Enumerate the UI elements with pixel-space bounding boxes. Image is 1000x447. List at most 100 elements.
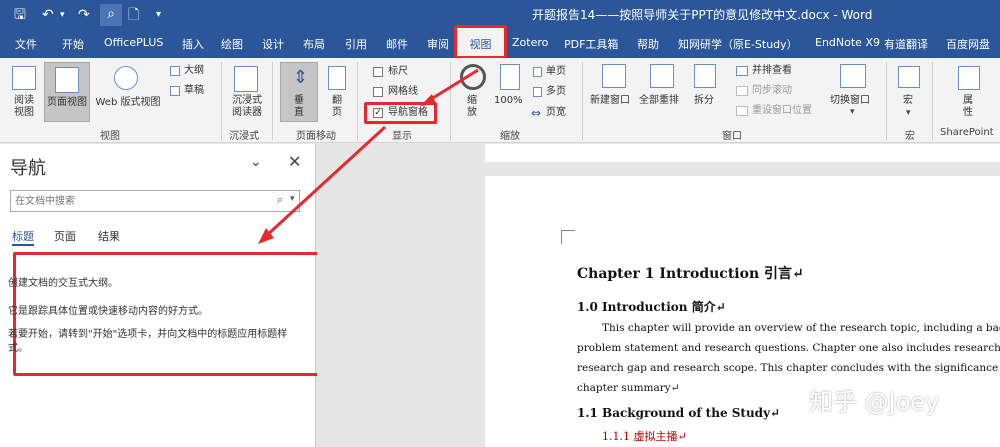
web-layout-icon[interactable] [114,66,138,90]
search-dropdown-icon[interactable]: ▾ [290,194,295,204]
outline-icon[interactable] [170,66,180,76]
tab-endnote[interactable]: EndNote X9 [815,36,880,49]
tab-officeplus[interactable]: OfficePLUS [104,36,163,49]
group-sharepoint-label: SharePoint [940,127,994,138]
synchronous-scrolling-icon[interactable] [736,86,748,96]
draft-label[interactable]: 草稿 [184,85,204,97]
new-document-icon[interactable]: 🗋 [128,5,139,25]
ruler-label[interactable]: 标尺 [388,66,408,78]
tab-zotero[interactable]: Zotero [512,36,548,49]
navigation-pane-label[interactable]: 导航窗格 [388,107,428,119]
nav-tab-results[interactable]: 结果 [98,228,120,244]
tab-youdao[interactable]: 有道翻译 [884,36,928,52]
macros-label[interactable]: 宏 [903,95,913,107]
group-separator [886,62,887,140]
paragraph-line: chapter summary↵ [577,382,680,394]
macros-chevron-icon[interactable]: ▾ [906,108,911,118]
page-width-label[interactable]: 页宽 [546,107,566,119]
outline-label[interactable]: 大纲 [184,65,204,77]
arrange-all-icon[interactable] [650,64,674,88]
tab-draw[interactable]: 绘图 [221,36,243,52]
multiple-pages-icon[interactable] [533,87,542,97]
heading-1-0-introduction: 1.0 Introduction 简介↵ [577,300,726,314]
tab-layout[interactable]: 布局 [303,36,325,52]
gridlines-checkbox[interactable] [373,87,383,97]
properties-label[interactable]: 属 性 [960,95,976,119]
pane-options-chevron-icon[interactable]: ⌄ [250,154,262,170]
tab-design[interactable]: 设计 [262,36,284,52]
search-input[interactable] [15,193,265,209]
group-zoom-label: 缩放 [500,131,520,142]
vertical-scroll-label[interactable]: 垂 直 [286,95,312,119]
switch-windows-label[interactable]: 切换窗口 [830,95,870,107]
switch-windows-icon[interactable] [840,64,866,88]
tab-references[interactable]: 引用 [345,36,367,52]
view-side-by-side-label[interactable]: 并排查看 [752,65,792,77]
print-layout-button[interactable] [44,62,90,122]
undo-icon[interactable]: ↶ [42,5,54,25]
zoom-icon[interactable] [460,64,486,90]
nav-tab-pages[interactable]: 页面 [54,228,76,244]
customize-qat-icon[interactable]: ▾ [156,5,161,25]
reset-window-position-icon[interactable] [736,106,748,116]
group-separator [272,62,273,140]
zoom-100-icon[interactable] [500,64,520,90]
read-mode-icon[interactable] [12,66,36,90]
document-title: 开题报告14——按照导师关于PPT的意见修改中文.docx - Word [532,8,873,22]
save-icon[interactable]: 🖫 [14,5,26,25]
undo-dropdown-icon[interactable]: ▾ [60,5,65,25]
tab-pdf-toolbox[interactable]: PDF工具箱 [564,36,618,52]
ruler-checkbox[interactable] [373,67,383,77]
new-window-label[interactable]: 新建窗口 [590,95,630,107]
tab-view[interactable]: 视图 [454,25,507,59]
web-layout-label[interactable]: Web 版式视图 [92,97,164,109]
draft-icon[interactable] [170,86,180,96]
group-macros-label: 宏 [905,131,915,142]
side-to-side-icon[interactable] [328,66,346,90]
gridlines-label[interactable]: 网格线 [388,86,418,98]
view-side-by-side-icon[interactable] [736,66,748,76]
tab-insert[interactable]: 插入 [182,36,204,52]
document-area[interactable]: Chapter 1 Introduction 引言↵ 1.0 Introduct… [317,144,1000,447]
one-page-icon[interactable] [533,67,542,77]
split-icon[interactable] [694,64,716,88]
group-immersive-label: 沉浸式 [229,131,259,142]
split-label[interactable]: 拆分 [694,95,714,107]
new-window-icon[interactable] [602,64,626,88]
properties-icon[interactable] [958,66,980,90]
search-box[interactable]: ⌕ ▾ [10,190,300,212]
paragraph-line: This chapter will provide an overview of… [602,322,1000,334]
tab-help[interactable]: 帮助 [637,36,659,52]
print-layout-label[interactable]: 页面视图 [44,97,90,109]
multiple-pages-label[interactable]: 多页 [546,86,566,98]
immersive-reader-label[interactable]: 沉浸式 阅读器 [228,95,266,119]
synchronous-scrolling-label[interactable]: 同步滚动 [752,85,792,97]
heading-1-1-1-virtual-anchor: 1.1.1 虚拟主播↵ [602,430,687,443]
print-preview-icon[interactable]: ⌕ [100,4,122,26]
reset-window-position-label[interactable]: 重设窗口位置 [752,105,812,117]
side-to-side-label[interactable]: 翻 页 [324,95,350,119]
navigation-pane-checkbox[interactable]: ✓ [373,108,383,118]
group-separator [450,62,451,140]
nav-tab-headings[interactable]: 标题 [12,228,34,244]
tab-cnki-estudy[interactable]: 知网研学（原E-Study） [678,36,798,52]
zoom-100-label[interactable]: 100% [494,95,523,107]
one-page-label[interactable]: 单页 [546,66,566,78]
tab-baidu-netdisk[interactable]: 百度网盘 [946,36,990,52]
close-icon[interactable]: ✕ [288,152,301,171]
search-icon[interactable]: ⌕ [277,193,283,207]
immersive-reader-icon[interactable] [234,66,258,92]
tab-home[interactable]: 开始 [62,36,84,52]
tab-mailings[interactable]: 邮件 [386,36,408,52]
zoom-label[interactable]: 缩 放 [462,95,482,119]
arrange-all-label[interactable]: 全部重排 [639,95,679,107]
switch-windows-chevron-icon[interactable]: ▾ [850,107,855,117]
redo-icon[interactable]: ↷ [78,5,90,25]
paragraph-line: research gap and research scope. This ch… [577,362,1000,374]
page-width-icon[interactable]: ⇔ [531,106,541,120]
group-separator [582,62,583,140]
read-mode-label[interactable]: 阅读 视图 [8,95,40,119]
macros-icon[interactable] [898,66,920,88]
tab-review[interactable]: 审阅 [427,36,449,52]
tab-file[interactable]: 文件 [15,36,37,52]
